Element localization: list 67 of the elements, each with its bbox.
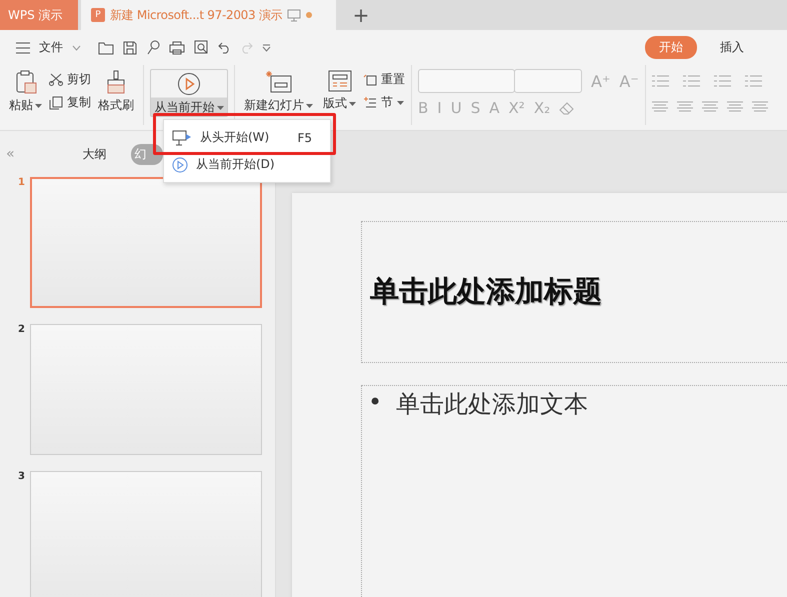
panel-tab[interactable]: 大纲 [78,144,123,164]
undo-icon[interactable] [218,42,231,54]
slide-number: 2 [18,324,24,337]
section-button[interactable]: 节 [363,94,405,111]
presentation-icon: P [91,8,105,22]
play-label: 从当前开始 [154,99,214,116]
print-preview-icon[interactable] [194,40,209,55]
brush-icon [105,70,127,94]
align-icon[interactable] [726,101,743,113]
align-icon[interactable] [676,101,693,113]
shortcut: F5 [297,130,312,144]
text-placeholder[interactable]: • 单击此处添加文本 [361,385,787,597]
section-icon [363,96,377,110]
slide-thumbnail[interactable] [30,471,262,597]
paste-label: 粘贴 [9,97,33,114]
new-slide-icon [264,70,292,94]
menu-icon[interactable] [16,42,30,54]
redo-icon[interactable] [240,42,253,54]
paste-button[interactable]: 粘贴 [6,69,45,115]
title-placeholder-text: 单击此处添加标题 [370,273,602,310]
monitor-play-icon [172,130,192,146]
new-slide-label: 新建幻灯片 [244,97,304,114]
chevron-down-icon[interactable] [72,44,81,50]
caret-icon [397,100,404,104]
new-slide-button[interactable]: 新建幻灯片 [241,69,316,115]
text-placeholder-text: 单击此处添加文本 [396,389,588,420]
monitor-icon [287,8,302,22]
format-painter-button[interactable]: 格式刷 [95,69,137,115]
font-size-field[interactable] [514,69,582,93]
new-tab-button[interactable]: + [346,0,376,30]
play-from-current-button[interactable]: 从当前开始 [150,69,228,117]
reset-icon [363,72,377,86]
font-name-field[interactable] [418,69,515,93]
slide-number: 1 [18,177,24,190]
layout-label: 版式 [323,95,347,112]
chevron-down-icon[interactable] [262,44,271,52]
file-menu[interactable]: 文件 [39,39,63,56]
menu-item[interactable]: 从当前开始(D) [164,151,330,178]
copy-icon [49,96,63,110]
title-placeholder[interactable]: 单击此处添加标题 [361,221,787,363]
eraser-icon[interactable] [559,101,576,115]
slide-thumbnail[interactable] [30,177,262,308]
bullet: • [368,388,382,416]
reset-button[interactable]: 重置 [363,71,405,88]
play-icon [177,72,201,96]
caret-icon [216,106,224,110]
menu-item[interactable]: 从头开始(W) F5 [164,124,330,151]
caret-icon [35,104,42,108]
save-icon[interactable] [123,40,137,54]
clipboard-icon [14,70,36,94]
align-icon[interactable] [752,101,768,113]
layout-icon [328,70,352,92]
align-icon[interactable] [652,101,668,113]
cut-button[interactable]: 剪切 [49,71,91,88]
scissors-icon [49,73,63,86]
caret-icon [349,102,356,106]
caret-icon [306,104,313,108]
slide-thumbnail[interactable] [30,324,262,455]
print-icon[interactable] [169,40,185,54]
folder-icon[interactable] [98,40,114,54]
document-title: 新建 Microsoft...t 97-2003 演示 [110,6,282,24]
play-icon [172,156,188,172]
copy-button[interactable]: 复制 [49,94,91,111]
layout-button[interactable]: 版式 [320,69,359,113]
align-icon[interactable] [702,101,718,113]
slide-number: 3 [18,471,24,484]
ribbon-tab[interactable]: 插入 [706,36,758,59]
